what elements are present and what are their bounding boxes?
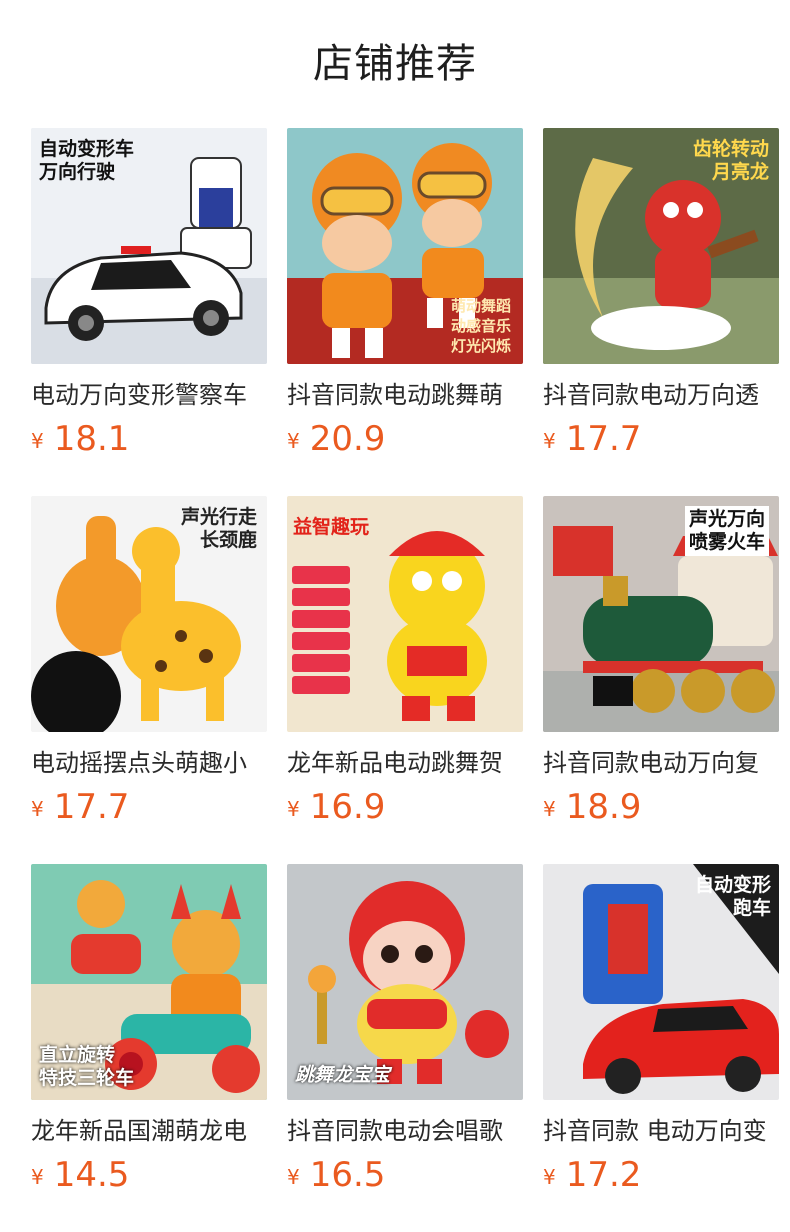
price-value: 18.9 [565,787,642,827]
product-image[interactable]: 声光万向 喷雾火车 [543,496,779,732]
product-price: ¥18.9 [543,785,779,829]
product-image[interactable]: 益智趣玩 [287,496,523,732]
product-price: ¥20.9 [287,417,523,461]
product-name[interactable]: 龙年新品国潮萌龙电 [31,1114,267,1148]
product-card[interactable]: 益智趣玩 龙年新品电动跳舞贺 ¥16.9 [287,496,523,864]
product-card[interactable]: 直立旋转 特技三轮车 龙年新品国潮萌龙电 ¥14.5 [31,864,267,1232]
product-image[interactable]: 直立旋转 特技三轮车 [31,864,267,1100]
price-value: 17.7 [53,787,130,827]
price-value: 20.9 [309,419,386,459]
product-price: ¥17.7 [543,417,779,461]
product-name[interactable]: 电动万向变形警察车 [31,378,267,412]
product-badge: 声光万向 喷雾火车 [684,506,769,556]
product-badge: 自动变形车 万向行驶 [39,138,135,183]
product-image[interactable]: 自动变形 跑车 [543,864,779,1100]
product-card[interactable]: 萌动舞蹈 动感音乐 灯光闪烁 抖音同款电动跳舞萌 ¥20.9 [287,128,523,496]
product-badge: 齿轮转动 月亮龙 [692,138,769,183]
product-image[interactable]: 萌动舞蹈 动感音乐 灯光闪烁 [287,128,523,364]
product-name[interactable]: 抖音同款电动万向复 [543,746,779,780]
product-name[interactable]: 抖音同款电动跳舞萌 [287,378,523,412]
currency-symbol: ¥ [287,797,300,821]
product-card[interactable]: 自动变形 跑车 抖音同款 电动万向变 ¥17.2 [543,864,779,1232]
product-badge: 声光行走 长颈鹿 [180,506,257,551]
product-badge: 萌动舞蹈 动感音乐 灯光闪烁 [450,297,511,355]
currency-symbol: ¥ [31,429,44,453]
product-price: ¥17.7 [31,785,267,829]
product-price: ¥17.2 [543,1153,779,1197]
product-card[interactable]: 声光万向 喷雾火车 抖音同款电动万向复 ¥18.9 [543,496,779,864]
product-card[interactable]: 跳舞龙宝宝 抖音同款电动会唱歌 ¥16.5 [287,864,523,1232]
product-image[interactable]: 跳舞龙宝宝 [287,864,523,1100]
price-value: 16.5 [309,1155,386,1195]
product-card[interactable]: 自动变形车 万向行驶 电动万向变形警察车 ¥18.1 [31,128,267,496]
currency-symbol: ¥ [287,429,300,453]
currency-symbol: ¥ [31,1165,44,1189]
product-name[interactable]: 抖音同款电动会唱歌 [287,1114,523,1148]
currency-symbol: ¥ [543,797,556,821]
currency-symbol: ¥ [31,797,44,821]
price-value: 14.5 [53,1155,130,1195]
product-image[interactable]: 自动变形车 万向行驶 [31,128,267,364]
product-badge: 跳舞龙宝宝 [295,1064,391,1086]
product-price: ¥16.5 [287,1153,523,1197]
product-price: ¥14.5 [31,1153,267,1197]
product-image[interactable]: 齿轮转动 月亮龙 [543,128,779,364]
product-card[interactable]: 齿轮转动 月亮龙 抖音同款电动万向透 ¥17.7 [543,128,779,496]
product-card[interactable]: 声光行走 长颈鹿 电动摇摆点头萌趣小 ¥17.7 [31,496,267,864]
product-image[interactable]: 声光行走 长颈鹿 [31,496,267,732]
page-title: 店铺推荐 [313,41,477,87]
price-value: 16.9 [309,787,386,827]
currency-symbol: ¥ [543,429,556,453]
product-name[interactable]: 抖音同款电动万向透 [543,378,779,412]
product-name[interactable]: 电动摇摆点头萌趣小 [31,746,267,780]
currency-symbol: ¥ [543,1165,556,1189]
price-value: 17.2 [565,1155,642,1195]
product-price: ¥16.9 [287,785,523,829]
price-value: 18.1 [53,419,130,459]
currency-symbol: ¥ [287,1165,300,1189]
product-badge: 益智趣玩 [293,516,370,538]
product-badge: 自动变形 跑车 [694,874,771,919]
product-name[interactable]: 抖音同款 电动万向变 [543,1114,779,1148]
price-value: 17.7 [565,419,642,459]
product-badge: 直立旋转 特技三轮车 [39,1044,135,1089]
product-grid: 自动变形车 万向行驶 电动万向变形警察车 ¥18.1 萌动舞蹈 动感音乐 灯光闪… [31,128,779,1232]
product-name[interactable]: 龙年新品电动跳舞贺 [287,746,523,780]
product-price: ¥18.1 [31,417,267,461]
